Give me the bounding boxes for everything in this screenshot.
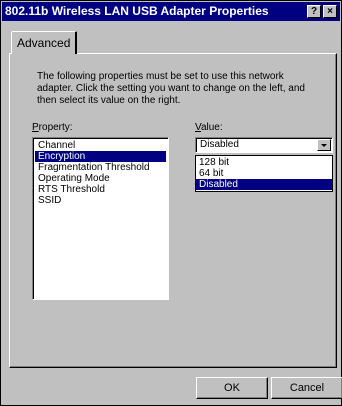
property-item-ssid[interactable]: SSID [35,195,166,206]
property-list: Channel Encryption Fragmentation Threshold… [35,140,166,206]
property-item-operating-mode[interactable]: Operating Mode [35,173,166,184]
cancel-button[interactable]: Cancel [271,377,342,399]
close-button[interactable]: × [323,5,337,18]
value-combobox-text: Disabled [200,139,239,150]
property-item-fragmentation-threshold[interactable]: Fragmentation Threshold [35,162,166,173]
property-item-encryption[interactable]: Encryption [35,151,166,162]
help-button[interactable]: ? [307,5,321,18]
title-bar[interactable]: 802.11b Wireless LAN USB Adapter Propert… [2,2,340,21]
value-option-disabled[interactable]: Disabled [196,179,332,190]
instructions-text: The following properties must be set to … [37,71,305,106]
property-label-accel: P [32,122,39,133]
dropdown-button[interactable] [317,139,331,151]
value-dropdown-list: 128 bit 64 bit Disabled [195,155,333,192]
window-title: 802.11b Wireless LAN USB Adapter Propert… [5,4,269,18]
tab-advanced[interactable]: Advanced [11,31,77,54]
properties-dialog: 802.11b Wireless LAN USB Adapter Propert… [0,0,342,406]
value-option-64-bit[interactable]: 64 bit [196,168,332,179]
value-label-rest: alue: [200,122,223,133]
ok-button[interactable]: OK [196,377,268,399]
value-combobox[interactable]: Disabled [195,137,333,153]
property-listbox[interactable]: Channel Encryption Fragmentation Threshold… [32,137,169,300]
value-label: Value: [195,122,223,134]
property-item-rts-threshold[interactable]: RTS Threshold [35,184,166,195]
property-label: Property: [32,122,73,134]
value-options: 128 bit 64 bit Disabled [196,157,332,190]
value-option-128-bit[interactable]: 128 bit [196,157,332,168]
chevron-down-icon [321,144,327,147]
property-label-rest: roperty: [38,122,73,133]
property-item-channel[interactable]: Channel [35,140,166,151]
